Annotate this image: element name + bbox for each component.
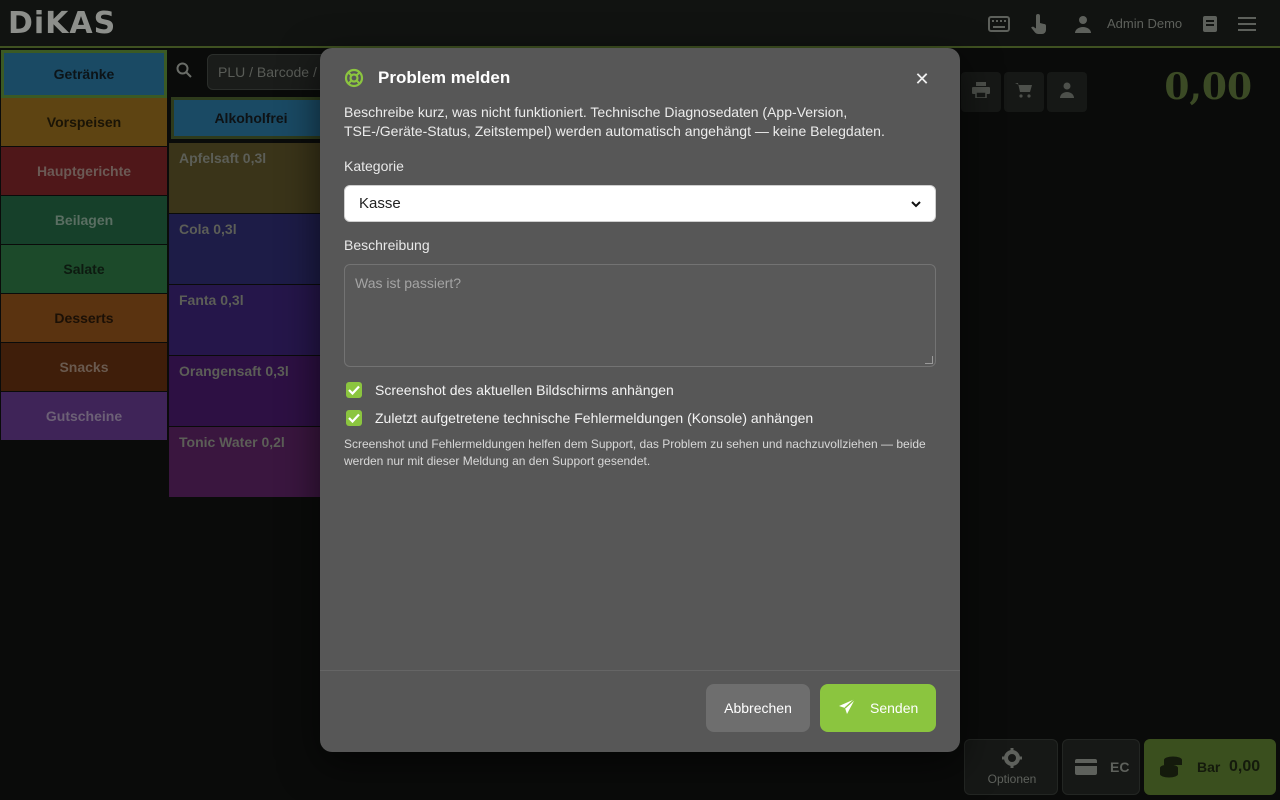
cancel-button[interactable]: Abbrechen — [706, 684, 810, 732]
send-icon — [838, 697, 856, 719]
description-placeholder: Was ist passiert? — [355, 275, 462, 291]
screenshot-checkbox-row[interactable]: Screenshot des aktuellen Bildschirms anh… — [346, 381, 674, 399]
description-field-label: Beschreibung — [344, 237, 430, 253]
resize-handle[interactable] — [925, 356, 933, 364]
send-button[interactable]: Senden — [820, 684, 936, 732]
dialog-description: Beschreibe kurz, was nicht funktioniert.… — [344, 104, 885, 139]
send-label: Senden — [870, 700, 919, 716]
category-field-label: Kategorie — [344, 158, 404, 174]
screenshot-checkbox[interactable] — [346, 382, 362, 398]
report-problem-dialog: Problem melden ✕ Beschreibe kurz, was ni… — [320, 48, 960, 752]
screenshot-checkbox-label: Screenshot des aktuellen Bildschirms anh… — [375, 382, 674, 398]
lifebuoy-icon — [344, 68, 364, 88]
console-checkbox[interactable] — [346, 410, 362, 426]
description-textarea[interactable]: Was ist passiert? — [344, 264, 936, 367]
chevron-down-icon — [911, 195, 921, 212]
category-select[interactable]: Kasse — [344, 185, 936, 222]
privacy-hint: Screenshot und Fehlermeldungen helfen de… — [344, 437, 926, 468]
console-checkbox-label: Zuletzt aufgetretene technische Fehlerme… — [375, 410, 814, 426]
category-select-value: Kasse — [359, 195, 401, 212]
console-checkbox-row[interactable]: Zuletzt aufgetretene technische Fehlerme… — [346, 409, 813, 427]
dialog-title: Problem melden — [378, 68, 511, 87]
pos-app: DiKAS Admin Demo Getränke Vorspeisen Hau… — [0, 0, 1280, 800]
close-icon[interactable]: ✕ — [912, 69, 932, 89]
